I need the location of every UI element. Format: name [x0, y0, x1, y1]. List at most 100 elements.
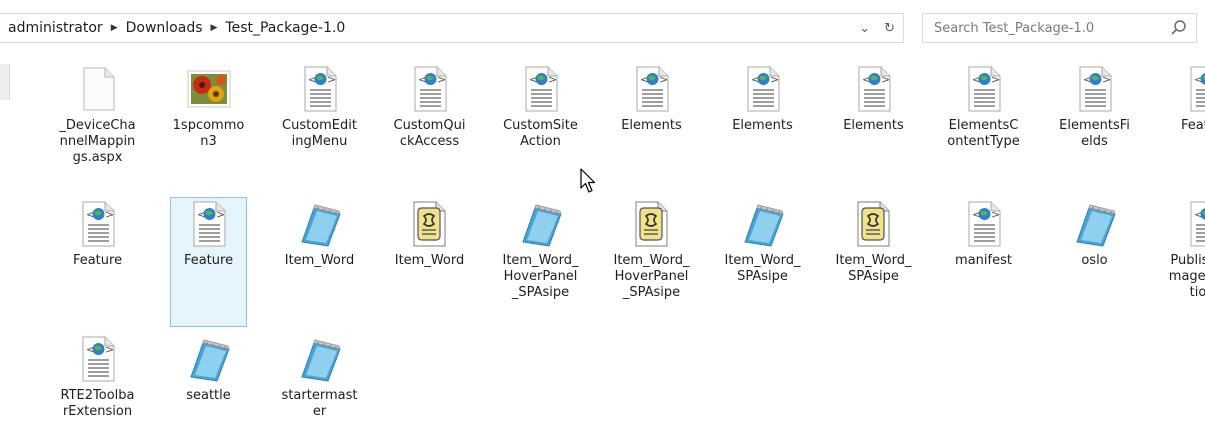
xml-file-icon: <>	[406, 65, 454, 113]
file-item[interactable]: Item_Word_HoverPanel_SPAsipe	[502, 197, 579, 327]
file-name: Elements	[621, 118, 682, 133]
mouse-pointer-icon	[580, 168, 596, 193]
file-item[interactable]: Item_Word	[391, 197, 468, 327]
file-name: RTE2ToolbarExtension	[60, 388, 135, 419]
file-name: Item_Word_SPAsipe	[835, 253, 912, 284]
svg-text:>: >	[105, 208, 114, 221]
svg-text:>: >	[770, 73, 779, 86]
file-name: seattle	[186, 388, 231, 403]
svg-text:>: >	[105, 343, 114, 356]
file-name: 1spcommon3	[172, 118, 245, 149]
file-item[interactable]: Item_Word_SPAsipe	[835, 197, 912, 327]
refresh-icon[interactable]: ↻	[884, 21, 895, 36]
file-item[interactable]: < > ElementsContentType	[945, 62, 1022, 192]
notepad-file-icon	[1071, 200, 1119, 248]
file-name: Feature	[72, 253, 123, 268]
file-name: Feature	[1180, 118, 1205, 133]
file-name: oslo	[1081, 253, 1108, 268]
svg-text:>: >	[327, 73, 336, 86]
file-item[interactable]: < > Elements	[613, 62, 690, 192]
file-item[interactable]: <> Feature	[59, 197, 136, 327]
file-item[interactable]: <> PublishingImageRenditions	[1167, 197, 1205, 327]
file-item[interactable]: Item_Word_SPAsipe	[724, 197, 801, 327]
search-icon[interactable]	[1168, 17, 1190, 39]
script-file-icon	[406, 200, 454, 248]
file-name: startermaster	[281, 388, 358, 419]
file-name: _DeviceChannelMappings.aspx	[59, 118, 136, 165]
file-item[interactable]: < > Elements	[724, 62, 801, 192]
file-name: Item_Word	[394, 253, 465, 268]
file-item[interactable]: oslo	[1056, 197, 1133, 327]
file-name: Feature	[183, 253, 234, 268]
notepad-file-icon	[296, 200, 344, 248]
file-name: ElementsContentType	[947, 118, 1020, 149]
file-name: Item_Word_HoverPanel_SPAsipe	[613, 253, 690, 300]
notepad-file-icon	[517, 200, 565, 248]
file-item[interactable]: 1spcommon3	[170, 62, 247, 192]
file-item[interactable]: < > CustomSiteAction	[502, 62, 579, 192]
notepad-file-icon	[739, 200, 787, 248]
file-name: Elements	[843, 118, 904, 133]
file-name: Elements	[732, 118, 793, 133]
file-item[interactable]: < > Elements	[835, 62, 912, 192]
file-name: CustomSiteAction	[503, 118, 578, 149]
notepad-file-icon	[296, 335, 344, 383]
breadcrumb-downloads[interactable]: Downloads	[122, 20, 207, 36]
breadcrumb-separator-icon[interactable]: ▶	[107, 23, 122, 33]
file-item[interactable]: < > ElementsFields	[1056, 62, 1133, 192]
search-input[interactable]	[923, 19, 1168, 37]
recent-locations-chevron-icon[interactable]: ⌄	[859, 21, 870, 36]
svg-text:>: >	[548, 73, 557, 86]
xml-file-icon: <>	[296, 65, 344, 113]
file-name: ElementsFields	[1059, 118, 1130, 149]
file-name: Item_Word_HoverPanel_SPAsipe	[502, 253, 579, 300]
svg-text:>: >	[659, 73, 668, 86]
file-grid: _DeviceChannelMappings.aspx 1spcommon3 < > C…	[0, 62, 1205, 441]
xml-file-icon: <>	[628, 65, 676, 113]
xml-file-icon: <>	[850, 65, 898, 113]
search-box[interactable]	[922, 13, 1197, 43]
file-item[interactable]: < > CustomEditingMenu	[281, 62, 358, 192]
file-item[interactable]: < > manifest	[945, 197, 1022, 327]
file-item[interactable]: < > RTE2ToolbarExtension	[59, 332, 136, 441]
xml-file-icon: <>	[1182, 65, 1205, 113]
svg-text:>: >	[991, 208, 1000, 221]
file-item[interactable]: startermaster	[281, 332, 358, 441]
file-item[interactable]: < > CustomQuickAccess	[391, 62, 468, 192]
svg-text:>: >	[881, 73, 890, 86]
address-bar[interactable]: administrator ▶ Downloads ▶ Test_Package…	[0, 13, 904, 43]
notepad-file-icon	[185, 335, 233, 383]
script-file-icon	[628, 200, 676, 248]
file-name: PublishingImageRenditions	[1168, 253, 1205, 300]
xml-file-icon: <>	[517, 65, 565, 113]
file-item[interactable]: Item_Word_HoverPanel_SPAsipe	[613, 197, 690, 327]
breadcrumb-current-folder[interactable]: Test_Package-1.0	[221, 20, 349, 36]
breadcrumb-separator-icon[interactable]: ▶	[207, 23, 222, 33]
image-file-icon	[185, 65, 233, 113]
file-name: Item_Word_SPAsipe	[724, 253, 801, 284]
xml-file-icon: <>	[74, 200, 122, 248]
breadcrumb-administrator[interactable]: administrator	[0, 20, 107, 36]
svg-text:>: >	[216, 208, 225, 221]
svg-text:>: >	[991, 73, 1000, 86]
blank-file-icon	[74, 65, 122, 113]
file-name: CustomEditingMenu	[282, 118, 357, 149]
file-item[interactable]: <> Feature	[1167, 62, 1205, 192]
xml-file-icon: <>	[74, 335, 122, 383]
script-file-icon	[850, 200, 898, 248]
file-name: manifest	[955, 253, 1012, 268]
file-item[interactable]: seattle	[170, 332, 247, 441]
xml-file-icon: <>	[185, 200, 233, 248]
xml-file-icon: <>	[1071, 65, 1119, 113]
file-name: CustomQuickAccess	[393, 118, 466, 149]
file-item[interactable]: Item_Word	[281, 197, 358, 327]
svg-text:>: >	[437, 73, 446, 86]
xml-file-icon: <>	[1182, 200, 1205, 248]
xml-file-icon: <>	[739, 65, 787, 113]
xml-file-icon: <>	[960, 65, 1008, 113]
xml-file-icon: <>	[960, 200, 1008, 248]
svg-text:>: >	[1102, 73, 1111, 86]
file-item[interactable]: _DeviceChannelMappings.aspx	[59, 62, 136, 192]
file-item[interactable]: <> Feature	[170, 197, 247, 327]
file-name: Item_Word	[284, 253, 355, 268]
